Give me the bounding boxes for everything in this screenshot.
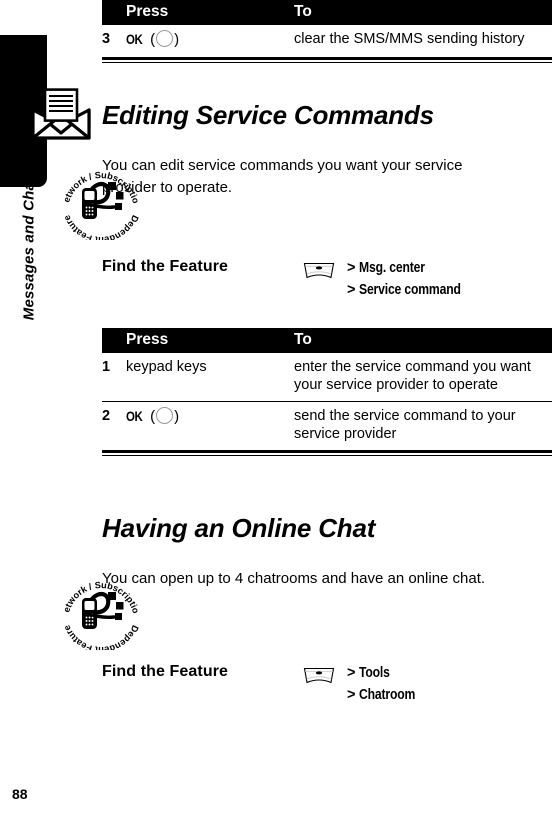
envelope-icon — [30, 88, 92, 140]
softkey-paren-open: ( — [146, 30, 156, 48]
table-row: 2 OK () send the service command to your… — [102, 402, 552, 451]
table-cell-press: keypad keys — [126, 352, 294, 403]
page-content: Press To 3 OK () clear the SMS/MMS sendi… — [102, 0, 552, 817]
network-subscription-badge-icon: Network / Subscription Dependent Feature — [57, 150, 142, 245]
table-header-to: To — [294, 0, 552, 25]
svg-text:Dependent Feature: Dependent Feature — [62, 624, 141, 650]
find-the-feature-path: > Msg. center > Service command — [347, 257, 481, 302]
softkey-ok: OK () — [126, 29, 180, 50]
softkey-label: OK — [126, 408, 143, 425]
section-heading-having-an-online-chat: Having an Online Chat — [102, 513, 376, 543]
section-body-having-an-online-chat: You can open up to 4 chatrooms and have … — [102, 570, 486, 587]
page-number: 88 — [12, 786, 28, 802]
path-chevron: > — [347, 665, 356, 681]
path-label: Tools — [359, 665, 391, 681]
table-header-row: Press To — [102, 328, 552, 353]
table-header-step — [102, 0, 126, 25]
table-row: 3 OK () clear the SMS/MMS sending histor… — [102, 25, 552, 57]
table-cell-press: OK () — [126, 25, 294, 57]
find-path-item-1: > Tools — [347, 662, 426, 684]
table-cell-to: enter the service command you want your … — [294, 352, 552, 403]
find-path-item-2: > Service command — [347, 279, 481, 301]
table-cell-press: OK () — [126, 402, 294, 451]
press-to-table-continued: Press To 3 OK () clear the SMS/MMS sendi… — [102, 0, 552, 63]
table-cell-step: 1 — [102, 352, 126, 403]
table-cell-step: 2 — [102, 408, 111, 425]
path-chevron: > — [347, 260, 356, 276]
table-cell-to: clear the SMS/MMS sending history — [294, 30, 525, 47]
softkey-ok: OK () — [126, 407, 179, 427]
table-bottom-rule — [102, 450, 552, 457]
path-label: Chatroom — [359, 687, 416, 704]
svg-text:Network / Subscription: Network / Subscription — [60, 568, 141, 615]
softkey-circle-icon — [156, 407, 174, 425]
path-chevron: > — [347, 282, 356, 299]
table-cell-step: 3 — [102, 30, 111, 47]
press-to-table: Press To 3 OK () clear the SMS/MMS sendi… — [102, 0, 552, 57]
softkey-paren-close: ) — [174, 408, 180, 426]
press-to-table-service-command: Press To 1 keypad keys enter the service… — [102, 328, 552, 457]
table-row: 1 keypad keys enter the service command … — [102, 352, 552, 403]
table-header-press: Press — [126, 0, 294, 25]
chapter-tab-label: Messages and Chat — [20, 176, 38, 321]
section-body-editing-service-commands: You can edit service commands you want y… — [102, 157, 463, 196]
table-header-row: Press To — [102, 0, 552, 25]
table-bottom-rule — [102, 56, 552, 63]
svg-text:Network / Subscription: Network / Subscription — [60, 158, 141, 205]
table-header-step — [102, 328, 126, 353]
menu-key-icon — [302, 666, 336, 685]
find-the-feature-path: > Tools > Chatroom — [347, 662, 426, 707]
menu-key-icon — [302, 261, 336, 280]
softkey-paren-close: ) — [174, 30, 180, 48]
softkey-label: OK — [126, 30, 143, 47]
find-path-item-1: > Msg. center — [347, 257, 481, 279]
path-label: Msg. center — [359, 260, 426, 276]
find-the-feature-label: Find the Feature — [102, 663, 229, 680]
path-label: Service command — [359, 282, 462, 299]
path-chevron: > — [347, 687, 356, 704]
find-path-item-2: > Chatroom — [347, 684, 426, 706]
table-cell-to: send the service command to your service… — [294, 408, 516, 443]
softkey-circle-icon — [156, 29, 174, 47]
table-header-press: Press — [126, 328, 294, 353]
svg-text:Dependent Feature: Dependent Feature — [62, 214, 141, 240]
network-subscription-badge-icon: Network / Subscription Dependent Feature — [57, 560, 142, 655]
table-header-to: To — [294, 328, 552, 353]
softkey-paren-open: ( — [146, 408, 156, 426]
press-to-table: Press To 1 keypad keys enter the service… — [102, 328, 552, 450]
find-the-feature-label: Find the Feature — [102, 258, 229, 275]
section-heading-editing-service-commands: Editing Service Commands — [102, 100, 434, 130]
